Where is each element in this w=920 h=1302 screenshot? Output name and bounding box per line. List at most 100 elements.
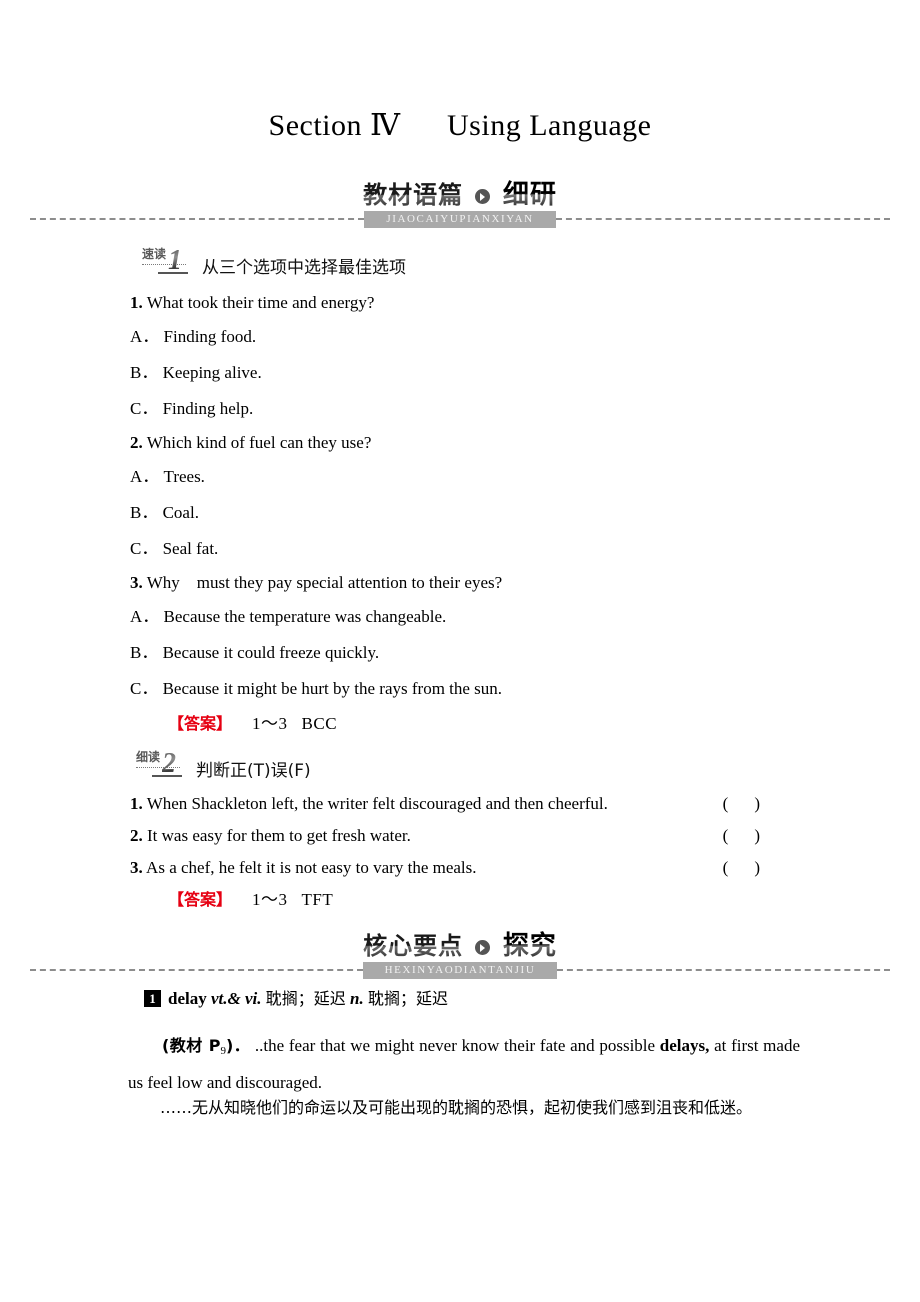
option-text: Because it could freeze quickly.	[162, 643, 380, 662]
answer-blank-2[interactable]: ()	[723, 826, 760, 846]
option-text: Finding help.	[162, 399, 254, 418]
vocab-entry-heading: 1 delay vt.& vi. 耽搁；延迟 n. 耽搁；延迟	[144, 988, 448, 1010]
answer-value: TFT	[301, 890, 334, 909]
question-3-option-a[interactable]: A． Because the temperature was changeabl…	[130, 607, 446, 627]
source-label-end: )．	[225, 1036, 251, 1055]
task-heading-close-reading: 细读 2 判断正(T)误(F)	[136, 748, 311, 782]
entry-word: delay	[168, 989, 207, 1008]
paren-open: (	[722, 794, 729, 813]
question-2-option-b[interactable]: B． Coal.	[130, 503, 199, 523]
option-letter: C．	[130, 539, 159, 558]
option-letter: B．	[130, 363, 159, 382]
section-rule: HEXINYAODIANTANJIU	[30, 961, 890, 979]
task-heading-text: 判断正(T)误(F)	[196, 761, 311, 781]
section-heading-primary: 教材语篇	[363, 181, 464, 209]
section-heading-cn: 教材语篇 细研	[30, 174, 890, 211]
play-bullet-icon	[475, 940, 491, 955]
section-rule: JIAOCAIYUPIANXIYAN	[30, 210, 891, 228]
option-text: Because the temperature was changeable.	[163, 607, 447, 626]
task-badge: 速读 1	[142, 245, 200, 279]
true-false-row-3: 3. As a chef, he felt it is not easy to …	[130, 858, 760, 878]
paren-close: )	[754, 826, 760, 845]
question-2-option-a[interactable]: A． Trees.	[130, 467, 205, 487]
section-banner-textbook-reading: 教材语篇 细研 JIAOCAIYUPIANXIYAN	[30, 174, 891, 234]
example-text-before: ..the fear that we might never know thei…	[250, 1036, 660, 1055]
page-title: Section Ⅳ Using Language	[0, 108, 920, 143]
question-number: 3.	[130, 573, 143, 592]
answer-value: BCC	[301, 714, 338, 733]
answer-blank-3[interactable]: ()	[723, 858, 760, 878]
task-badge-label: 速读	[142, 247, 187, 265]
answer-label: 【答案】	[168, 714, 233, 733]
example-keyword: delays,	[659, 1036, 710, 1055]
question-2: 2. Which kind of fuel can they use?	[130, 433, 371, 453]
option-letter: A．	[130, 467, 160, 486]
translation-text: ……无从知晓他们的命运以及可能出现的耽搁的恐惧，起初使我们感到沮丧和低迷。	[160, 1098, 753, 1117]
page-title-numeral: Ⅳ	[370, 109, 402, 142]
answer-range: 1～3	[252, 714, 288, 733]
option-text: Finding food.	[163, 327, 257, 346]
statement-text: As a chef, he felt it is not easy to var…	[142, 858, 477, 877]
question-1-option-a[interactable]: A． Finding food.	[130, 327, 256, 347]
option-text: Seal fat.	[162, 539, 219, 558]
entry-example-sentence: (教材 P9)． ..the fear that we might never …	[128, 1030, 800, 1098]
rule-dash-right	[555, 218, 891, 220]
option-letter: B．	[130, 643, 159, 662]
paren-open: (	[722, 826, 729, 845]
question-2-option-c[interactable]: C． Seal fat.	[130, 539, 218, 559]
statement-number: 1.	[130, 794, 143, 813]
page-title-section: Section	[268, 109, 363, 142]
option-letter: C．	[130, 679, 159, 698]
entry-part-of-speech-1: vt.& vi.	[210, 989, 262, 1008]
section-heading-cn: 核心要点 探究	[30, 925, 890, 962]
question-3-option-b[interactable]: B． Because it could freeze quickly.	[130, 643, 379, 663]
question-1: 1. What took their time and energy?	[130, 293, 374, 313]
rule-dash-left	[30, 969, 363, 971]
section-pinyin-banner: HEXINYAODIANTANJIU	[362, 961, 558, 979]
entry-number-badge: 1	[144, 990, 161, 1007]
paren-close: )	[754, 858, 760, 877]
rule-dash-right	[557, 969, 890, 971]
option-letter: B．	[130, 503, 159, 522]
statement-text: When Shackleton left, the writer felt di…	[142, 794, 608, 813]
option-letter: A．	[130, 327, 160, 346]
question-text: What took their time and energy?	[142, 293, 375, 312]
option-text: Coal.	[162, 503, 199, 522]
section-banner-key-points: 核心要点 探究 HEXINYAODIANTANJIU	[30, 925, 890, 985]
task-badge-label: 细读	[136, 750, 181, 768]
statement-number: 2.	[130, 826, 143, 845]
question-text: Why must they pay special attention to t…	[142, 573, 503, 592]
entry-meaning-2: 耽搁；延迟	[367, 989, 448, 1008]
answer-block-task-2: 【答案】 1～3 TFT	[168, 890, 333, 910]
source-label: (教材 P	[162, 1036, 221, 1055]
answer-blank-1[interactable]: ()	[723, 794, 760, 814]
option-text: Trees.	[163, 467, 205, 486]
task-heading-text: 从三个选项中选择最佳选项	[202, 258, 406, 278]
page-title-subtitle: Using Language	[447, 109, 652, 142]
option-text: Keeping alive.	[162, 363, 262, 382]
task-badge-number: 2	[152, 748, 182, 779]
statement-number: 3.	[130, 858, 143, 877]
paren-close: )	[754, 794, 760, 813]
option-letter: C．	[130, 399, 159, 418]
question-text: Which kind of fuel can they use?	[142, 433, 372, 452]
task-badge: 细读 2	[136, 748, 194, 782]
statement-text: It was easy for them to get fresh water.	[142, 826, 411, 845]
question-1-option-b[interactable]: B． Keeping alive.	[130, 363, 262, 383]
true-false-row-1: 1. When Shackleton left, the writer felt…	[130, 794, 760, 814]
question-3: 3. Why must they pay special attention t…	[130, 573, 502, 593]
option-letter: A．	[130, 607, 160, 626]
document-page: Section Ⅳ Using Language 教材语篇 细研 JIAOCAI…	[0, 0, 920, 1302]
answer-block-task-1: 【答案】 1～3 BCC	[168, 714, 337, 734]
question-1-option-c[interactable]: C． Finding help.	[130, 399, 253, 419]
task-badge-number: 1	[158, 245, 188, 276]
entry-part-of-speech-2: n.	[350, 989, 364, 1008]
section-heading-primary: 核心要点	[363, 932, 464, 960]
question-number: 2.	[130, 433, 143, 452]
task-heading-speed-reading: 速读 1 从三个选项中选择最佳选项	[142, 245, 406, 279]
question-3-option-c[interactable]: C． Because it might be hurt by the rays …	[130, 679, 502, 699]
true-false-row-2: 2. It was easy for them to get fresh wat…	[130, 826, 760, 846]
answer-range: 1～3	[252, 890, 288, 909]
question-number: 1.	[130, 293, 143, 312]
section-pinyin-banner: JIAOCAIYUPIANXIYAN	[364, 210, 556, 228]
